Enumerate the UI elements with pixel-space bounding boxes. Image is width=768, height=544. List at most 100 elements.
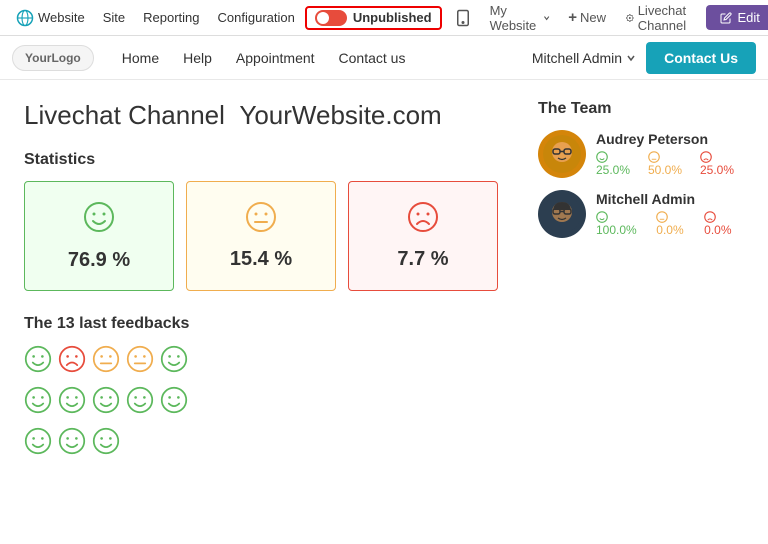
left-column: Livechat Channel YourWebsite.com Statist… xyxy=(24,100,498,468)
feedback-row-2 xyxy=(24,386,498,421)
unpublished-label: Unpublished xyxy=(353,10,432,25)
website-nav-links: Home Help Appointment Contact us xyxy=(110,42,418,74)
unpublished-toggle[interactable]: Unpublished xyxy=(305,6,442,30)
edit-label: Edit xyxy=(737,10,759,25)
configuration-nav-item[interactable]: Configuration xyxy=(210,4,303,31)
chevron-down-icon xyxy=(543,13,550,23)
statistics-title: Statistics xyxy=(24,151,498,169)
admin-label: Mitchell Admin xyxy=(532,50,622,66)
contact-us-button[interactable]: Contact Us xyxy=(646,42,756,74)
new-label: New xyxy=(580,10,606,25)
avatar-mitchell xyxy=(538,190,586,238)
configuration-label: Configuration xyxy=(218,10,295,25)
stat-value-sad: 7.7 % xyxy=(397,248,448,271)
stat-card-neutral: 15.4 % xyxy=(186,181,336,291)
home-label: Home xyxy=(122,50,159,66)
top-nav-right: Unpublished My Website + New xyxy=(305,0,768,37)
website-nav-item[interactable]: Website xyxy=(8,3,93,33)
toggle-switch[interactable] xyxy=(315,10,347,26)
member-info-audrey: Audrey Peterson 25.0% 50.0% 25.0% xyxy=(596,131,744,177)
feedback-icon-happy xyxy=(24,386,52,421)
livechat-channel-btn[interactable]: Livechat Channel xyxy=(618,0,700,37)
livechat-label: Livechat Channel xyxy=(638,3,693,33)
feedback-icon-happy xyxy=(58,386,86,421)
mitchell-neutral-stat: 0.0% xyxy=(656,209,696,237)
feedback-icon-neutral xyxy=(126,345,154,380)
page-title-prefix: Livechat Channel xyxy=(24,100,225,130)
phone-icon-btn[interactable] xyxy=(448,5,478,31)
page-title-suffix: YourWebsite.com xyxy=(239,100,441,130)
website-icon xyxy=(16,9,34,27)
appointment-label: Appointment xyxy=(236,50,315,66)
my-website-label: My Website xyxy=(490,3,539,33)
website-nav-right: Mitchell Admin Contact Us xyxy=(532,42,756,74)
main-content: Livechat Channel YourWebsite.com Statist… xyxy=(0,80,768,488)
audrey-sad-stat: 25.0% xyxy=(700,149,744,177)
member-name-mitchell: Mitchell Admin xyxy=(596,191,744,207)
member-info-mitchell: Mitchell Admin 100.0% 0.0% 0.0% xyxy=(596,191,744,237)
team-member-audrey: Audrey Peterson 25.0% 50.0% 25.0% xyxy=(538,130,744,178)
feedback-icon-happy xyxy=(92,427,120,462)
edit-button[interactable]: Edit xyxy=(706,5,768,30)
feedback-icon-happy xyxy=(92,386,120,421)
member-stats-mitchell: 100.0% 0.0% 0.0% xyxy=(596,209,744,237)
happy-face-icon xyxy=(83,201,115,241)
feedback-row-1 xyxy=(24,345,498,380)
feedbacks-section: The 13 last feedbacks xyxy=(24,315,498,462)
team-member-mitchell: Mitchell Admin 100.0% 0.0% 0.0% xyxy=(538,190,744,238)
stats-cards: 76.9 % 15.4 % xyxy=(24,181,498,291)
neutral-face-icon xyxy=(245,201,277,240)
appointment-link[interactable]: Appointment xyxy=(224,42,327,74)
feedback-icon-happy xyxy=(160,386,188,421)
feedback-row-3 xyxy=(24,427,498,462)
statistics-section: Statistics 76.9 % xyxy=(24,151,498,291)
new-button[interactable]: + New xyxy=(562,5,612,30)
logo-text: YourLogo xyxy=(25,51,81,65)
team-title: The Team xyxy=(538,100,744,118)
feedbacks-title: The 13 last feedbacks xyxy=(24,315,498,333)
site-nav-item[interactable]: Site xyxy=(95,4,133,31)
my-website-btn[interactable]: My Website xyxy=(484,0,557,37)
help-label: Help xyxy=(183,50,212,66)
top-navigation: Website Site Reporting Configuration Unp… xyxy=(0,0,768,36)
logo[interactable]: YourLogo xyxy=(12,45,94,71)
feedback-icon-sad xyxy=(58,345,86,380)
sad-face-icon xyxy=(407,201,439,240)
feedback-icon-happy xyxy=(24,427,52,462)
contact-us-btn-label: Contact Us xyxy=(664,50,738,66)
phone-icon xyxy=(454,9,472,27)
feedback-icon-happy xyxy=(58,427,86,462)
chevron-down-icon xyxy=(626,53,636,63)
stat-value-neutral: 15.4 % xyxy=(230,248,292,271)
admin-dropdown[interactable]: Mitchell Admin xyxy=(532,50,636,66)
feedback-icon-happy xyxy=(24,345,52,380)
home-link[interactable]: Home xyxy=(110,42,171,74)
member-name-audrey: Audrey Peterson xyxy=(596,131,744,147)
website-label: Website xyxy=(38,10,85,25)
reporting-label: Reporting xyxy=(143,10,199,25)
feedback-icon-happy xyxy=(126,386,154,421)
stat-card-sad: 7.7 % xyxy=(348,181,498,291)
pencil-icon xyxy=(720,12,732,24)
audrey-neutral-stat: 50.0% xyxy=(648,149,692,177)
stat-value-happy: 76.9 % xyxy=(68,249,130,272)
site-label: Site xyxy=(103,10,125,25)
audrey-happy-stat: 25.0% xyxy=(596,149,640,177)
plus-icon: + xyxy=(568,9,577,26)
mitchell-happy-stat: 100.0% xyxy=(596,209,648,237)
content-row: Livechat Channel YourWebsite.com Statist… xyxy=(24,100,744,468)
page-title: Livechat Channel YourWebsite.com xyxy=(24,100,498,131)
contact-us-link[interactable]: Contact us xyxy=(327,42,418,74)
stat-card-happy: 76.9 % xyxy=(24,181,174,291)
website-navigation: YourLogo Home Help Appointment Contact u… xyxy=(0,36,768,80)
reporting-nav-item[interactable]: Reporting xyxy=(135,4,207,31)
contact-us-nav-label: Contact us xyxy=(339,50,406,66)
mitchell-sad-stat: 0.0% xyxy=(704,209,744,237)
feedback-icon-neutral xyxy=(92,345,120,380)
gear-icon xyxy=(626,11,634,25)
feedback-icon-happy xyxy=(160,345,188,380)
avatar-audrey xyxy=(538,130,586,178)
help-link[interactable]: Help xyxy=(171,42,224,74)
right-column: The Team xyxy=(538,100,744,468)
member-stats-audrey: 25.0% 50.0% 25.0% xyxy=(596,149,744,177)
